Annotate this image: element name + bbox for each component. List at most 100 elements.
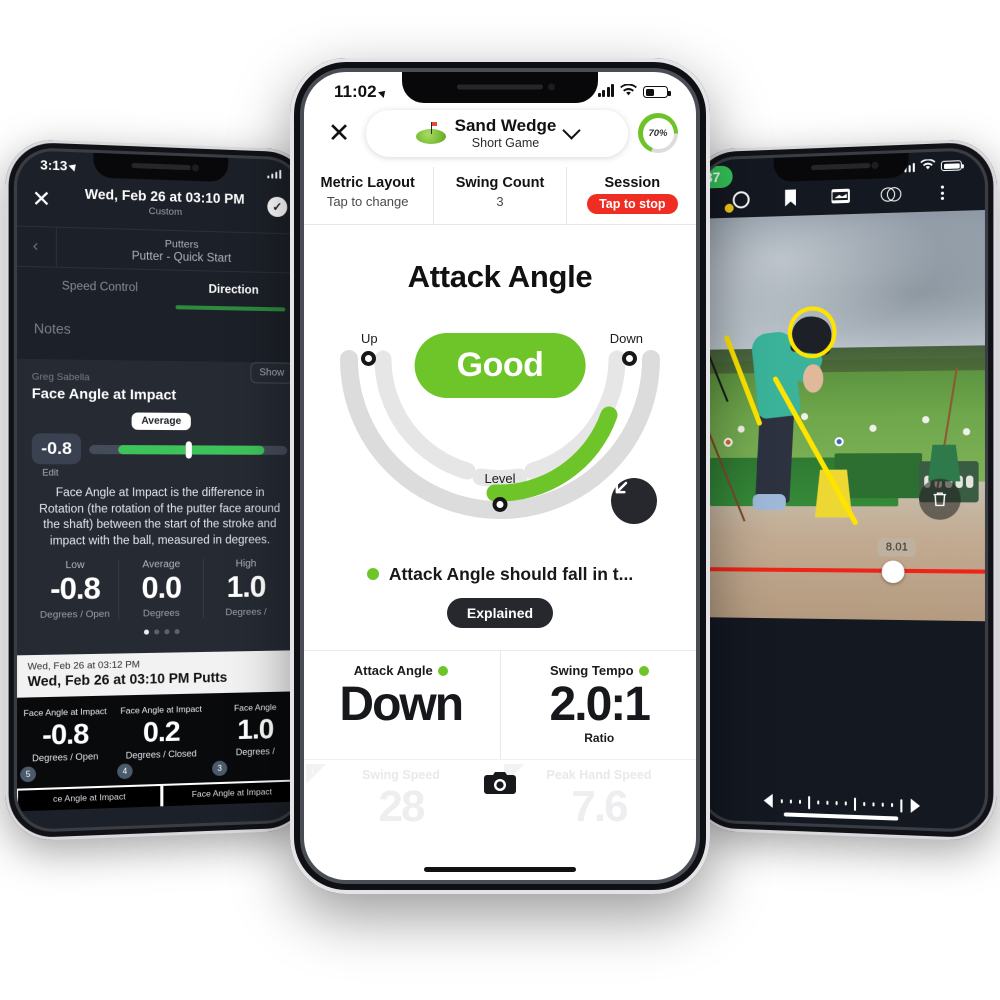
stat-unit: Degrees / <box>225 606 267 619</box>
left-tile-row: Face Angle at Impact -0.8 Degrees / Open… <box>14 691 304 789</box>
tile-title-partial[interactable]: ce Angle at Impact <box>18 786 160 812</box>
tile-value: 0.2 <box>142 715 180 748</box>
edit-label[interactable]: Edit <box>42 467 287 478</box>
swing-video-frame[interactable]: 8.01 <box>698 209 988 622</box>
metric-label: Attack Angle <box>353 662 433 678</box>
metric-swing-tempo[interactable]: Swing Tempo 2.0:1 Ratio <box>501 651 699 759</box>
more-vertical-icon[interactable] <box>932 182 953 203</box>
left-phone-screen: 3:13 ✕ Wed, Feb 26 at 03:10 PM Custom ✓ … <box>14 147 304 833</box>
golf-green-flag-icon <box>415 122 446 145</box>
metric-attack-angle[interactable]: Attack Angle Down <box>302 650 501 760</box>
progress-label: 70% <box>642 117 674 149</box>
film-strip-icon[interactable] <box>830 186 850 207</box>
battery-icon <box>643 86 671 98</box>
frame-timeline[interactable] <box>698 775 988 833</box>
subnav-key: Metric Layout <box>320 174 415 191</box>
tile-badge: 5 <box>20 766 36 783</box>
table-row[interactable]: Face Angle at Impact -0.8 Degrees / Open… <box>18 698 113 789</box>
center-header: ✕ Sand Wedge Short Game 70% <box>302 104 698 157</box>
center-subnav: Metric Layout Tap to change Swing Count … <box>302 166 698 225</box>
gauge-node-up <box>361 350 376 366</box>
close-icon[interactable]: ✕ <box>32 186 61 212</box>
slider-knob[interactable] <box>185 440 192 459</box>
tile-unit: Degrees / <box>235 746 275 758</box>
stop-session-button[interactable]: Tap to stop <box>587 193 678 214</box>
metric-label: Peak Hand Speed <box>546 768 652 783</box>
table-row[interactable]: Face Angle 1.0 Degrees / 3 <box>210 694 301 783</box>
golfer-legs <box>755 404 795 503</box>
session-progress-ring[interactable]: 70% <box>638 113 678 154</box>
metric-slider-row: -0.8 <box>31 433 288 465</box>
club-category: Short Game <box>471 135 540 150</box>
record-circle-icon[interactable] <box>731 189 751 210</box>
cellular-bars-icon <box>597 84 614 97</box>
video-sky <box>698 209 988 363</box>
trash-icon[interactable] <box>918 478 961 520</box>
club-name: Sand Wedge <box>454 116 557 135</box>
stat-value: -0.8 <box>50 571 100 607</box>
gauge-label-level: Level <box>484 470 516 486</box>
metric-slider[interactable] <box>89 440 288 459</box>
range-ball <box>800 413 808 421</box>
tile-value: 1.0 <box>237 713 274 746</box>
center-phone-device: 11:02 ✕ Sand Wedge Short Game 70% Metric… <box>290 58 710 894</box>
tile-unit: Degrees / Closed <box>125 748 197 761</box>
tile-title-partial[interactable]: Face Angle at Impact <box>162 781 301 807</box>
metric-value: 2.0:1 <box>549 677 651 731</box>
metric-label: Swing Tempo <box>549 662 634 678</box>
attack-angle-gauge: Up Down Level Good <box>335 323 665 528</box>
check-icon[interactable]: ✓ <box>267 196 288 218</box>
show-button[interactable]: Show <box>250 362 294 384</box>
session-banner[interactable]: Wed, Feb 26 at 03:12 PM Wed, Feb 26 at 0… <box>14 650 304 698</box>
stat-high: High 1.0 Degrees / <box>204 558 287 618</box>
chevron-down-icon[interactable] <box>562 121 582 141</box>
left-phone-device: 3:13 ✕ Wed, Feb 26 at 03:10 PM Custom ✓ … <box>5 138 313 842</box>
arrow-down-left-icon <box>611 477 657 524</box>
tab-direction[interactable]: Direction <box>209 284 259 297</box>
metric-peak-hand-speed[interactable]: ↑ Peak Hand Speed 7.6 <box>500 760 698 832</box>
metric-swing-speed[interactable]: ↓ Swing Speed 28 <box>302 760 500 832</box>
right-phone-device: 37 8.01 <box>690 138 997 842</box>
metric-layout-cell[interactable]: Metric Layout Tap to change <box>302 166 435 224</box>
left-subnav: ‹ Putters Putter - Quick Start <box>14 225 304 274</box>
ball-basket <box>928 445 960 482</box>
home-indicator[interactable] <box>424 867 576 872</box>
left-notes-label[interactable]: Notes <box>15 306 303 363</box>
camera-icon[interactable] <box>484 770 516 796</box>
location-arrow-icon <box>377 88 388 98</box>
tile-unit: Degrees / Open <box>32 751 99 764</box>
table-row[interactable]: Face Angle at Impact 0.2 Degrees / Close… <box>115 696 208 786</box>
triangle-right-icon[interactable] <box>910 798 920 814</box>
pager-dots[interactable] <box>32 623 287 644</box>
scrubber-time-label: 8.01 <box>877 537 917 557</box>
explained-button[interactable]: Explained <box>446 597 554 628</box>
tab-speed-control[interactable]: Speed Control <box>62 280 138 294</box>
metric-value: 28 <box>378 782 426 832</box>
stat-key: High <box>235 558 257 570</box>
gauge-status-pill: Good <box>414 332 586 398</box>
triangle-left-icon[interactable] <box>763 793 773 808</box>
stat-key: Low <box>65 559 85 572</box>
club-text-group: Sand Wedge Short Game <box>455 117 557 150</box>
stat-low: Low -0.8 Degrees / Open <box>31 559 119 622</box>
chevron-left-icon[interactable]: ‹ <box>14 226 57 267</box>
timeline-ticks <box>780 795 902 813</box>
metric-value: 7.6 <box>571 782 628 832</box>
club-selector[interactable]: Sand Wedge Short Game <box>366 110 628 157</box>
session-cell: Session Tap to stop <box>567 167 698 224</box>
compare-overlap-icon[interactable] <box>880 184 902 205</box>
left-phone-notch <box>93 150 229 183</box>
stat-key: Average <box>142 559 181 571</box>
video-scrubber-handle[interactable] <box>881 560 905 584</box>
center-phone-notch <box>402 70 598 103</box>
bookmark-icon[interactable] <box>781 187 801 208</box>
subnav-key: Swing Count <box>455 174 545 191</box>
left-subnav-title-group[interactable]: Putters Putter - Quick Start <box>57 228 303 272</box>
cellular-bars-icon <box>266 168 282 179</box>
close-icon[interactable]: ✕ <box>322 119 356 147</box>
center-status-time: 11:02 <box>334 82 377 101</box>
right-phone-screen: 37 8.01 <box>698 147 988 833</box>
battery-icon <box>940 160 962 172</box>
center-phone-screen: 11:02 ✕ Sand Wedge Short Game 70% Metric… <box>302 70 698 882</box>
metric-name: Face Angle at Impact <box>31 384 177 403</box>
